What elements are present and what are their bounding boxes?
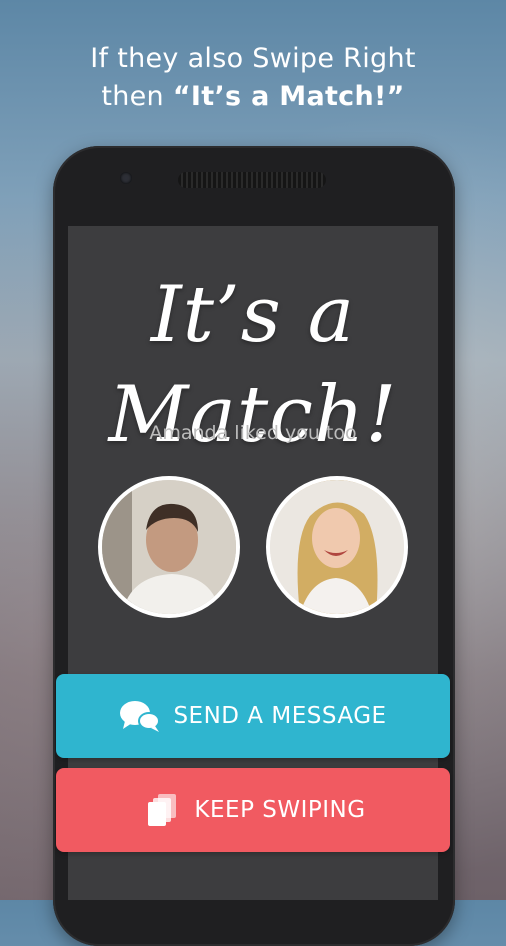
front-camera [120,172,132,184]
user-avatar-female[interactable] [266,476,408,618]
headline-line-1: If they also Swipe Right [90,43,416,74]
send-message-button[interactable]: SEND A MESSAGE [56,674,450,758]
cards-stack-icon [140,793,182,827]
headline-line-2-emphasis: “It’s a Match!” [172,81,405,112]
headline-line-2-prefix: then [101,81,173,112]
send-message-label: SEND A MESSAGE [173,703,387,729]
user-avatar-male[interactable] [98,476,240,618]
keep-swiping-button[interactable]: KEEP SWIPING [56,768,450,852]
chat-bubbles-icon [119,699,161,733]
headline-line-2: then “It’s a Match!” [0,78,506,116]
keep-swiping-label: KEEP SWIPING [194,797,366,823]
female-portrait-icon [270,480,404,614]
match-subtitle: Amanda liked you too [149,422,357,444]
promo-headline: If they also Swipe Right then “It’s a Ma… [0,40,506,116]
phone-speaker [178,172,326,188]
male-portrait-icon [102,480,236,614]
